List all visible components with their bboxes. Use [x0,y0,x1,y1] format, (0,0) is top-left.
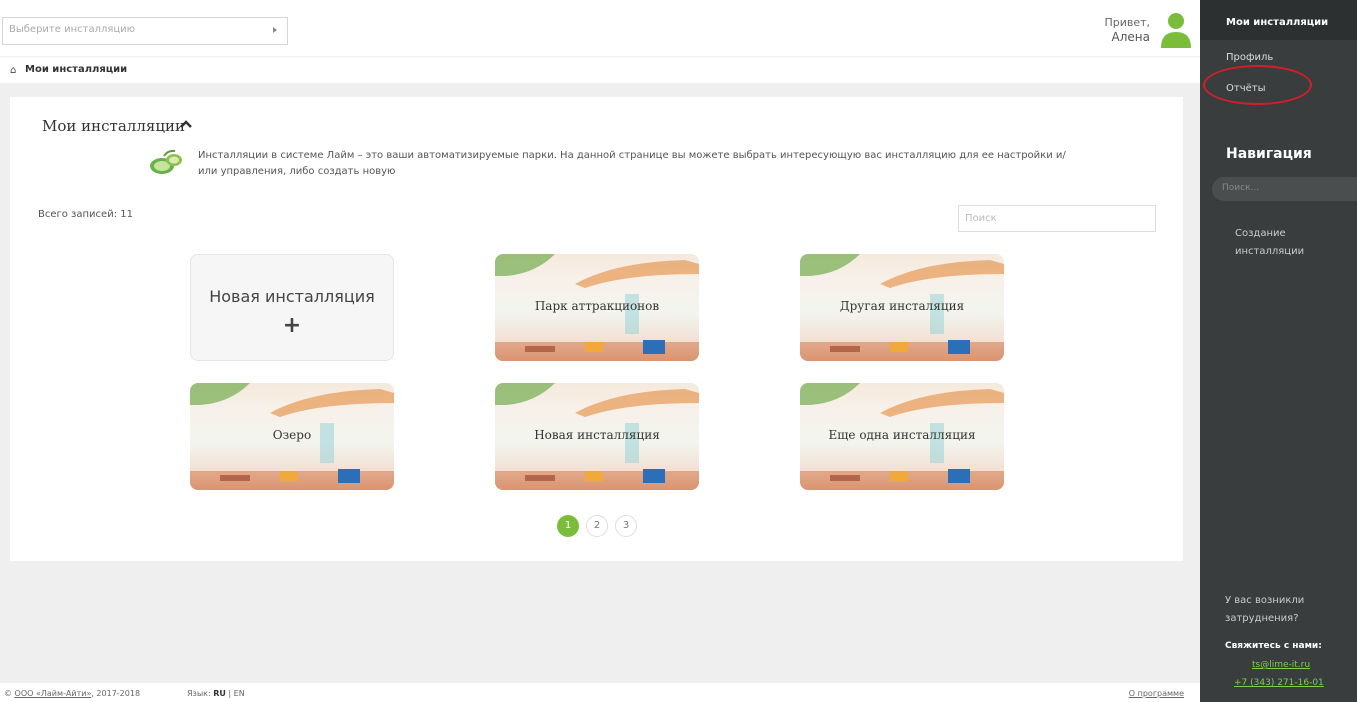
sidebar-item-my-installations[interactable]: Мои инсталляции [1200,0,1357,40]
lang-ru-link[interactable]: RU [213,689,226,698]
installation-card-label: Новая инсталляция [534,428,660,442]
help-line1: У вас возникли [1225,595,1305,606]
page-title: Мои инсталляции [42,117,185,135]
work-area: Мои инсталляции Инсталляции в системе Ла… [0,83,1200,683]
avatar[interactable] [1160,12,1192,48]
sidebar-item-profile[interactable]: Профиль [1226,52,1273,63]
installation-card[interactable]: Другая инсталяция [800,254,1004,361]
about-link[interactable]: О программе [1129,689,1184,698]
create-installation-line2: инсталляции [1235,246,1305,257]
installation-card[interactable]: Еще одна инсталляция [800,383,1004,490]
home-icon[interactable]: ⌂ [10,65,16,76]
installation-card-label: Другая инсталяция [839,299,965,313]
info-description: Инсталляции в системе Лайм – это ваши ав… [198,150,1066,177]
help-text: У вас возникли затруднения? [1225,592,1304,628]
installation-card[interactable]: Парк аттракционов [495,254,699,361]
installation-select[interactable]: Выберите инсталляцию [2,17,288,45]
page-button-1[interactable]: 1 [557,515,579,537]
contact-title: Свяжитесь с нами: [1225,641,1322,651]
caret-right-icon [273,27,277,33]
installation-card-label: Еще одна инсталляция [828,428,976,442]
create-installation-link[interactable]: Создание инсталляции [1235,225,1304,261]
chevron-up-icon[interactable] [180,119,192,129]
sidebar-item-label: Мои инсталляции [1226,17,1329,28]
breadcrumb-current: Мои инсталляции [25,64,128,75]
user-name: Алена [1111,30,1150,44]
search-input[interactable]: Поиск [958,205,1156,232]
installation-card-label: Парк аттракционов [534,299,660,313]
lang-en-link[interactable]: EN [234,689,245,698]
top-bar: Выберите инсталляцию Привет, Алена [0,0,1200,56]
nav-search-input[interactable]: Поиск... [1212,177,1357,201]
help-line2: затруднения? [1225,613,1299,624]
right-sidebar: Мои инсталляции Профиль Отчёты Навигация… [1200,0,1357,702]
new-installation-card[interactable]: Новая инсталляция + [190,254,394,361]
lang-separator: | [228,689,232,698]
installation-card-label: Озеро [272,428,312,442]
page-button-3[interactable]: 3 [615,515,637,537]
language-switcher: Язык: RU | EN [187,689,245,698]
page-button-2[interactable]: 2 [586,515,608,537]
installation-card[interactable]: Новая инсталляция [495,383,699,490]
installation-select-placeholder: Выберите инсталляцию [9,24,136,35]
create-installation-line1: Создание [1235,228,1286,239]
greeting-text: Привет, [1104,16,1150,29]
installations-panel: Мои инсталляции Инсталляции в системе Ла… [10,97,1183,561]
lime-logo-icon [150,149,182,174]
footer: © ООО «Лайм-Айти», 2017-2018 Язык: RU | … [0,683,1200,702]
installation-card[interactable]: Озеро [190,383,394,490]
user-greeting: Привет, Алена [1104,16,1150,44]
copyright: © ООО «Лайм-Айти», 2017-2018 [4,689,140,698]
company-link[interactable]: ООО «Лайм-Айти» [15,689,92,698]
navigation-title: Навигация [1226,146,1312,162]
support-email-link[interactable]: ts@lime-it.ru [1252,660,1310,670]
copyright-years: , 2017-2018 [91,689,141,698]
copyright-sign: © [4,689,15,698]
sidebar-item-reports[interactable]: Отчёты [1226,83,1265,94]
breadcrumb: ⌂ Мои инсталляции [0,56,1200,83]
support-phone-link[interactable]: +7 (343) 271-16-01 [1234,678,1324,688]
total-records: Всего записей: 11 [38,209,133,220]
plus-icon: + [282,313,302,338]
new-installation-label: Новая инсталляция [209,287,375,306]
language-label: Язык: [187,689,211,698]
